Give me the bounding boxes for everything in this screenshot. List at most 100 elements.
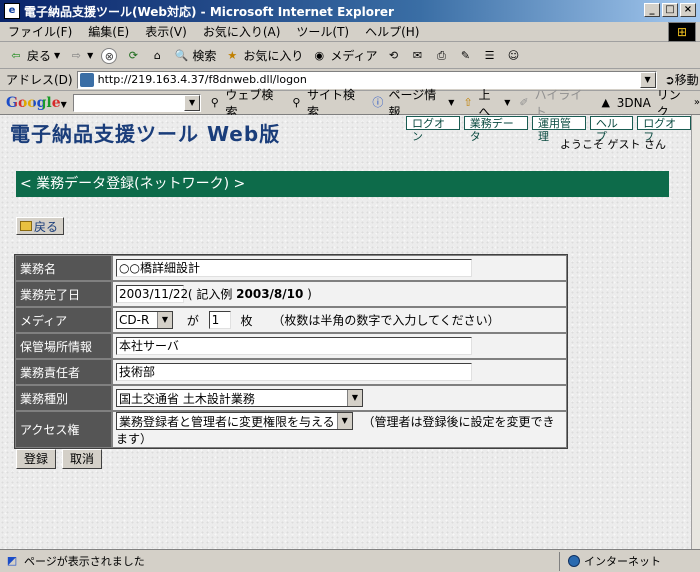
top-nav: ログオン 業務データ 運用管理 ヘルプ ログオフ [406,116,691,143]
form-row: メディア CD-R ▼ が 1 枚 （枚数は半角の数字で入力してください） [15,307,567,333]
minimize-button[interactable]: _ [644,3,660,17]
folder-up-icon: ⇧ [463,95,473,109]
media-button[interactable]: ◉ メディア [311,47,378,64]
vertical-scrollbar[interactable] [691,115,700,549]
3dna-button[interactable]: ▲ 3DNA [598,95,651,111]
security-zone: インターネット [568,553,661,569]
back-nav-button[interactable]: ⇦ 戻る ▼ [8,47,60,64]
form-row: アクセス権 業務登録者と管理者に変更権限を与える ▼ （管理者は登録後に設定を変更… [15,411,567,448]
nav-logon[interactable]: ログオン [406,116,460,143]
stop-icon[interactable]: ⊗ [101,47,118,64]
category-select[interactable]: 国土交通省 土木設計業務 ▼ [116,389,363,407]
chevron-down-icon: ▼ [157,312,172,328]
google-search-input[interactable]: ▼ [72,93,202,112]
highlighter-icon: ✐ [519,95,529,109]
page-loaded-icon: ◩ [6,554,18,567]
discuss-icon[interactable]: ☰ [482,48,498,64]
3dna-icon: ▲ [601,95,610,109]
edit-icon[interactable]: ✎ [458,48,474,64]
label-completion-date: 業務完了日 [15,281,112,307]
history-icon[interactable]: ⟲ [386,48,402,64]
window-controls: _ □ × [644,3,696,17]
manager-input[interactable]: 技術部 [116,363,472,381]
zone-text: インターネット [584,555,661,568]
media-icon: ◉ [314,48,325,62]
chevron-down-icon: ▼ [347,390,362,406]
menu-file[interactable]: ファイル(F) [8,23,72,40]
chevron-down-icon: ▼ [336,413,352,429]
back-arrow-icon: ⇦ [11,48,21,62]
mail-icon[interactable]: ✉ [410,48,426,64]
media-ga-text: が [186,313,199,328]
nav-project-data[interactable]: 業務データ [463,116,529,143]
menu-help[interactable]: ヘルプ(H) [365,23,419,40]
nav-help[interactable]: ヘルプ [589,116,634,143]
menu-favorites[interactable]: お気に入り(A) [203,23,281,40]
nav-admin[interactable]: 運用管理 [532,116,586,143]
close-button[interactable]: × [680,3,696,17]
forward-dropdown-icon[interactable]: ▼ [87,51,93,60]
print-icon[interactable]: ⎙ [434,48,450,64]
project-name-input[interactable]: ○○橋詳細設計 [116,259,472,277]
ie-icon: e [4,3,20,19]
status-text: ページが表示されました [24,555,145,568]
browser-toolbar: ⇦ 戻る ▼ ⇨ ▼ ⊗ ⟳ ⌂ 🔍 検索 ★ お気に入り ◉ メディア ⟲ ✉ ⎙ ✎ ☰… [0,43,700,69]
media-count-input[interactable]: 1 [208,311,231,329]
storage-input[interactable]: 本社サーバ [116,337,472,355]
nav-logoff[interactable]: ログオフ [637,116,691,143]
media-type-select[interactable]: CD-R ▼ [116,311,173,329]
label-manager: 業務責任者 [15,359,112,385]
address-url: http://219.163.4.37/f8dnweb.dll/logon [97,73,307,86]
app-title: 電子納品支援ツール Web版 [10,122,281,146]
label-storage: 保管場所情報 [15,333,112,359]
register-button[interactable]: 登録 [16,449,57,469]
label-media: メディア [15,307,112,333]
search-button[interactable]: 🔍 検索 [173,47,216,64]
form-row: 業務完了日 2003/11/22 ( 記入例 2003/8/10 ) [15,281,567,307]
window-titlebar: e 電子納品支援ツール(Web対応) - Microsoft Internet … [0,0,700,22]
back-dropdown-icon[interactable]: ▼ [54,51,60,60]
info-icon: ⓘ [372,95,384,109]
favorites-icon: ★ [227,48,238,62]
page-icon [79,72,94,87]
address-dropdown-icon[interactable]: ▼ [639,71,656,88]
google-logo[interactable]: Google▼ [6,95,67,111]
page-heading: < 業務データ登録(ネットワーク) > [16,171,669,197]
label-category: 業務種別 [15,385,112,411]
menu-bar: ファイル(F) 編集(E) 表示(V) お気に入り(A) ツール(T) ヘルプ(… [0,22,700,42]
google-search-dropdown-icon[interactable]: ▼ [184,94,201,111]
page-content: 電子納品支援ツール Web版 ログオン 業務データ 運用管理 ヘルプ ログオフ … [0,115,691,549]
maximize-button[interactable]: □ [662,3,678,17]
menu-view[interactable]: 表示(V) [145,23,187,40]
folder-back-icon [20,221,32,231]
label-access: アクセス権 [15,411,112,448]
registration-form: 業務名 ○○橋詳細設計 業務完了日 2003/11/22 ( 記入例 2003/… [14,254,568,449]
back-button[interactable]: 戻る [16,217,64,235]
globe-icon [568,555,580,567]
form-row: 業務種別 国土交通省 土木設計業務 ▼ [15,385,567,411]
media-note: （枚数は半角の数字で入力してください） [272,313,500,328]
form-row: 保管場所情報 本社サーバ [15,333,567,359]
search-icon: 🔍 [174,48,189,62]
access-select[interactable]: 業務登録者と管理者に変更権限を与える ▼ [116,412,353,430]
home-icon[interactable]: ⌂ [149,48,165,64]
refresh-icon[interactable]: ⟳ [125,48,141,64]
window-title: 電子納品支援ツール(Web対応) - Microsoft Internet Ex… [24,4,394,19]
form-actions: 登録 取消 [16,449,103,469]
menu-tools[interactable]: ツール(T) [296,23,349,40]
label-project-name: 業務名 [15,255,112,281]
completion-date-input[interactable]: 2003/11/22 [116,285,188,303]
windows-logo-icon: ⊞ [668,22,696,42]
date-note-prefix: ( 記入例 [187,287,237,302]
status-main: ◩ ページが表示されました [0,551,560,571]
cancel-button[interactable]: 取消 [62,449,103,469]
status-bar: ◩ ページが表示されました インターネット [0,549,700,572]
forward-nav-button[interactable]: ⇨ ▼ [68,48,94,64]
date-note-suffix: ) [303,287,312,301]
address-label: アドレス(D) [6,73,73,87]
menu-edit[interactable]: 編集(E) [88,23,129,40]
messenger-icon[interactable]: ☺ [506,48,522,64]
favorites-button[interactable]: ★ お気に入り [224,47,303,64]
binoculars-icon: ⚲ [210,95,219,109]
media-unit-text: 枚 [240,313,253,328]
